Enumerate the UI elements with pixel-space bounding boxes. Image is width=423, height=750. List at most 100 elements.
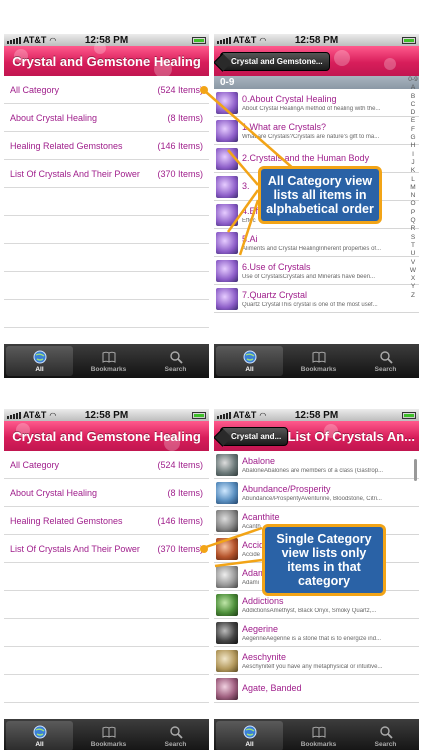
category-label: Healing Related Gemstones <box>10 515 123 526</box>
category-count: (524 Items) <box>157 84 203 95</box>
tab-all[interactable]: All <box>216 721 283 750</box>
scrollbar[interactable] <box>414 459 417 481</box>
item-title: Accid <box>242 539 265 550</box>
crystal-thumbnail <box>216 565 238 588</box>
category-list: All Category (524 Items) About Crystal He… <box>4 76 209 344</box>
category-row[interactable]: About Crystal Healing (8 Items) <box>4 479 209 507</box>
item-title: 5.Ai <box>242 233 258 244</box>
index-letter[interactable]: W <box>410 267 416 275</box>
status-bar: AT&T ◠ 12:58 PM <box>4 34 209 46</box>
index-letter[interactable]: V <box>411 259 415 267</box>
index-letter[interactable]: C <box>411 101 416 109</box>
tab-all[interactable]: All <box>6 346 73 376</box>
index-letter[interactable]: A <box>411 84 415 92</box>
index-letter[interactable]: F <box>411 126 415 134</box>
index-letter[interactable]: J <box>411 159 414 167</box>
crystal-thumbnail <box>216 537 238 560</box>
empty-row <box>4 647 209 675</box>
tab-search[interactable]: Search <box>142 344 209 378</box>
globe-icon <box>33 725 46 738</box>
status-bar: AT&T ◠ 12:58 PM <box>214 34 419 46</box>
category-row[interactable]: About Crystal Healing (8 Items) <box>4 104 209 132</box>
item-title: Addictions <box>242 595 284 606</box>
search-icon <box>169 350 183 364</box>
item-title: Aegerine <box>242 623 279 634</box>
tab-bookmarks[interactable]: Bookmarks <box>285 344 352 378</box>
index-letter[interactable]: H <box>411 142 416 150</box>
category-row[interactable]: List Of Crystals And Their Power (370 Ite… <box>4 160 209 188</box>
index-letter[interactable]: D <box>411 109 416 117</box>
index-letter[interactable]: P <box>411 209 415 217</box>
clock: 12:58 PM <box>84 409 129 421</box>
tab-bookmarks[interactable]: Bookmarks <box>75 719 142 750</box>
navigation-bar: Crystal and... List Of Crystals An... <box>214 421 419 451</box>
list-item[interactable]: Agate, Banded <box>214 675 419 703</box>
tab-search[interactable]: Search <box>352 344 419 378</box>
battery-icon <box>192 37 206 44</box>
item-subtitle: What are Crystals?Crystals are nature's … <box>242 133 380 140</box>
index-letter[interactable]: R <box>411 225 416 233</box>
nav-title: Crystal and Gemstone Healing <box>12 428 201 444</box>
index-letter[interactable]: T <box>411 242 415 250</box>
tab-bookmarks[interactable]: Bookmarks <box>75 344 142 378</box>
empty-row <box>4 244 209 272</box>
index-letter[interactable]: I <box>412 151 414 159</box>
battery-icon <box>192 412 206 419</box>
index-letter[interactable]: U <box>411 250 416 258</box>
index-letter[interactable]: G <box>410 134 415 142</box>
tab-search[interactable]: Search <box>142 719 209 750</box>
tab-label: Bookmarks <box>300 365 337 373</box>
empty-row <box>4 188 209 216</box>
back-label: Crystal and Gemstone... <box>231 57 323 66</box>
index-letter[interactable]: Y <box>411 283 415 291</box>
list-item[interactable]: 1.What are Crystals? What are Crystals?Cr… <box>214 117 419 145</box>
index-letter[interactable]: N <box>411 192 416 200</box>
category-row[interactable]: All Category (524 Items) <box>4 76 209 104</box>
list-item[interactable]: 0.About Crystal Healing About Crystal Hea… <box>214 89 419 117</box>
app-screenshot-composite: AT&T ◠ 12:58 PM Crystal and Gemstone Hea… <box>0 0 423 750</box>
list-item[interactable]: Abundance/Prosperity Abundance/Prosperity… <box>214 479 419 507</box>
category-label: List Of Crystals And Their Power <box>10 168 140 179</box>
index-letter[interactable]: 0-9 <box>408 76 417 84</box>
category-label: Healing Related Gemstones <box>10 140 123 151</box>
item-title: Aeschynite <box>242 651 287 662</box>
list-item[interactable]: 6.Use of Crystals Use of CrystalsCrystals… <box>214 257 419 285</box>
category-count: (370 Items) <box>157 168 203 179</box>
tab-all[interactable]: All <box>216 346 283 376</box>
tab-all[interactable]: All <box>6 721 73 750</box>
list-item[interactable]: 5.Ai Aliments and Crystal HealingInherent… <box>214 229 419 257</box>
globe-icon <box>243 350 256 363</box>
index-letter[interactable]: L <box>411 176 415 184</box>
item-subtitle: AbaloneAbalones are members of a class (… <box>242 467 384 474</box>
category-row[interactable]: Healing Related Gemstones (146 Items) <box>4 507 209 535</box>
list-item[interactable]: 7.Quartz Crystal Quartz CrystalThis cryst… <box>214 285 419 313</box>
index-letter[interactable]: M <box>410 184 415 192</box>
alphabet-index[interactable]: 0-9 A B C D E F G H I J K L M N O P Q R S T U V W X Y Z <box>408 76 418 300</box>
tab-label: Bookmarks <box>300 740 337 748</box>
back-button[interactable]: Crystal and... <box>220 427 289 446</box>
index-letter[interactable]: Z <box>411 292 415 300</box>
index-letter[interactable]: X <box>411 275 415 283</box>
index-letter[interactable]: E <box>411 117 415 125</box>
nav-title: List Of Crystals An... <box>287 428 415 444</box>
index-letter[interactable]: Q <box>410 217 415 225</box>
index-letter[interactable]: O <box>410 200 415 208</box>
crystal-thumbnail <box>216 509 238 532</box>
index-letter[interactable]: K <box>411 167 415 175</box>
crystal-thumbnail <box>216 91 238 114</box>
index-letter[interactable]: B <box>411 93 415 101</box>
category-row[interactable]: All Category (524 Items) <box>4 451 209 479</box>
index-letter[interactable]: S <box>411 234 415 242</box>
category-row[interactable]: Healing Related Gemstones (146 Items) <box>4 132 209 160</box>
list-item[interactable]: Aegerine AegerineAegerine is a stone that… <box>214 619 419 647</box>
tab-label: Search <box>374 365 397 373</box>
list-item[interactable]: Abalone AbaloneAbalones are members of a … <box>214 451 419 479</box>
globe-icon <box>33 350 46 363</box>
tab-bookmarks[interactable]: Bookmarks <box>285 719 352 750</box>
category-row[interactable]: List Of Crystals And Their Power (370 Ite… <box>4 535 209 563</box>
empty-row <box>4 563 209 591</box>
back-button[interactable]: Crystal and Gemstone... <box>220 52 330 71</box>
list-item[interactable]: Aeschynite Aeschynitelf you have any meta… <box>214 647 419 675</box>
tab-search[interactable]: Search <box>352 719 419 750</box>
item-subtitle: Accide <box>242 551 261 558</box>
